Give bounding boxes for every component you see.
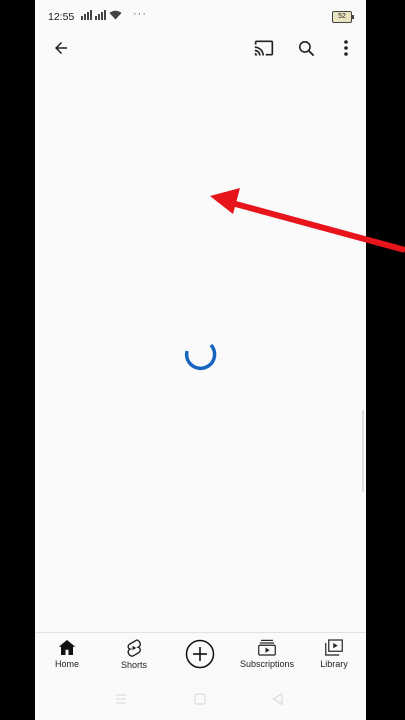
search-icon bbox=[298, 40, 314, 56]
shorts-icon bbox=[127, 639, 141, 657]
nav-shorts-label: Shorts bbox=[120, 660, 147, 670]
signal-icon bbox=[81, 10, 92, 20]
scrollbar-thumb[interactable] bbox=[362, 410, 364, 492]
nav-library-label: Library bbox=[320, 659, 348, 669]
nav-subscriptions-label: Subscriptions bbox=[239, 659, 295, 669]
signal-icon-2 bbox=[95, 10, 106, 20]
phone-screen: 12:55 ··· 52 Home Shorts Subscriptions L… bbox=[35, 0, 366, 720]
system-back-icon[interactable] bbox=[270, 691, 286, 707]
cast-icon bbox=[254, 40, 274, 56]
system-home-icon[interactable] bbox=[192, 691, 208, 707]
cast-button[interactable] bbox=[250, 34, 278, 62]
nav-home[interactable]: Home bbox=[51, 633, 83, 683]
nav-subscriptions[interactable]: Subscriptions bbox=[235, 633, 299, 683]
more-vert-icon bbox=[344, 40, 348, 56]
recent-apps-icon[interactable] bbox=[113, 691, 129, 707]
back-arrow-icon bbox=[55, 42, 67, 54]
nav-shorts[interactable]: Shorts bbox=[117, 633, 151, 683]
battery-icon: 52 bbox=[332, 11, 354, 23]
search-button[interactable] bbox=[292, 34, 320, 62]
spinner-arc bbox=[184, 343, 217, 371]
system-navigation-bar bbox=[35, 683, 366, 720]
status-more-icon: ··· bbox=[133, 8, 147, 20]
loading-spinner-icon bbox=[184, 343, 217, 371]
nav-library[interactable]: Library bbox=[316, 633, 352, 683]
bottom-navigation: Home Shorts Subscriptions Library bbox=[35, 632, 366, 683]
wifi-icon bbox=[109, 10, 122, 20]
nav-create-button[interactable] bbox=[183, 633, 217, 683]
app-bar bbox=[35, 34, 366, 62]
status-bar: 12:55 ··· 52 bbox=[35, 0, 366, 34]
more-options-button[interactable] bbox=[332, 34, 360, 62]
library-icon bbox=[325, 639, 343, 656]
subscriptions-icon bbox=[258, 639, 276, 656]
status-icons bbox=[81, 10, 122, 20]
nav-home-label: Home bbox=[54, 659, 79, 669]
add-circle-icon bbox=[185, 639, 215, 669]
back-button[interactable] bbox=[47, 34, 75, 62]
status-time: 12:55 bbox=[48, 11, 75, 23]
home-icon bbox=[58, 640, 76, 655]
